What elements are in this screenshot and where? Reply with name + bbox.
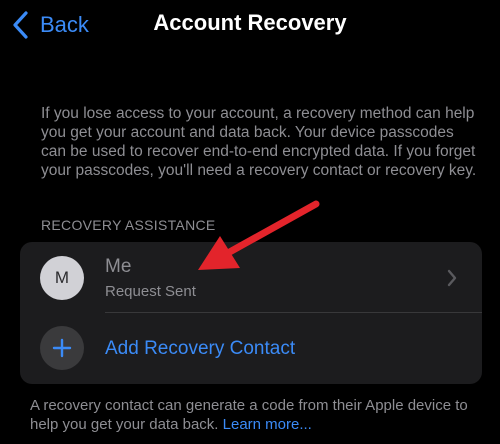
recovery-contacts-card: M Me Request Sent Add Recovery Contact (20, 242, 482, 384)
recovery-contact-row-me[interactable]: M Me Request Sent (20, 242, 482, 313)
contact-name: Me (105, 256, 132, 277)
plus-icon (52, 338, 72, 358)
intro-description: If you lose access to your account, a re… (41, 105, 477, 179)
add-recovery-contact-button[interactable]: Add Recovery Contact (20, 313, 482, 384)
page-title: Account Recovery (153, 10, 347, 35)
contact-status: Request Sent (105, 283, 196, 300)
chevron-right-icon (447, 269, 457, 287)
add-recovery-contact-label: Add Recovery Contact (105, 338, 296, 359)
section-header-recovery-assistance: RECOVERY ASSISTANCE (41, 217, 216, 233)
account-recovery-screen: Back Account Recovery If you lose access… (0, 0, 500, 444)
learn-more-link[interactable]: Learn more... (223, 416, 312, 433)
plus-circle (40, 326, 84, 370)
footer-description: A recovery contact can generate a code f… (30, 396, 480, 434)
avatar: M (40, 256, 84, 300)
